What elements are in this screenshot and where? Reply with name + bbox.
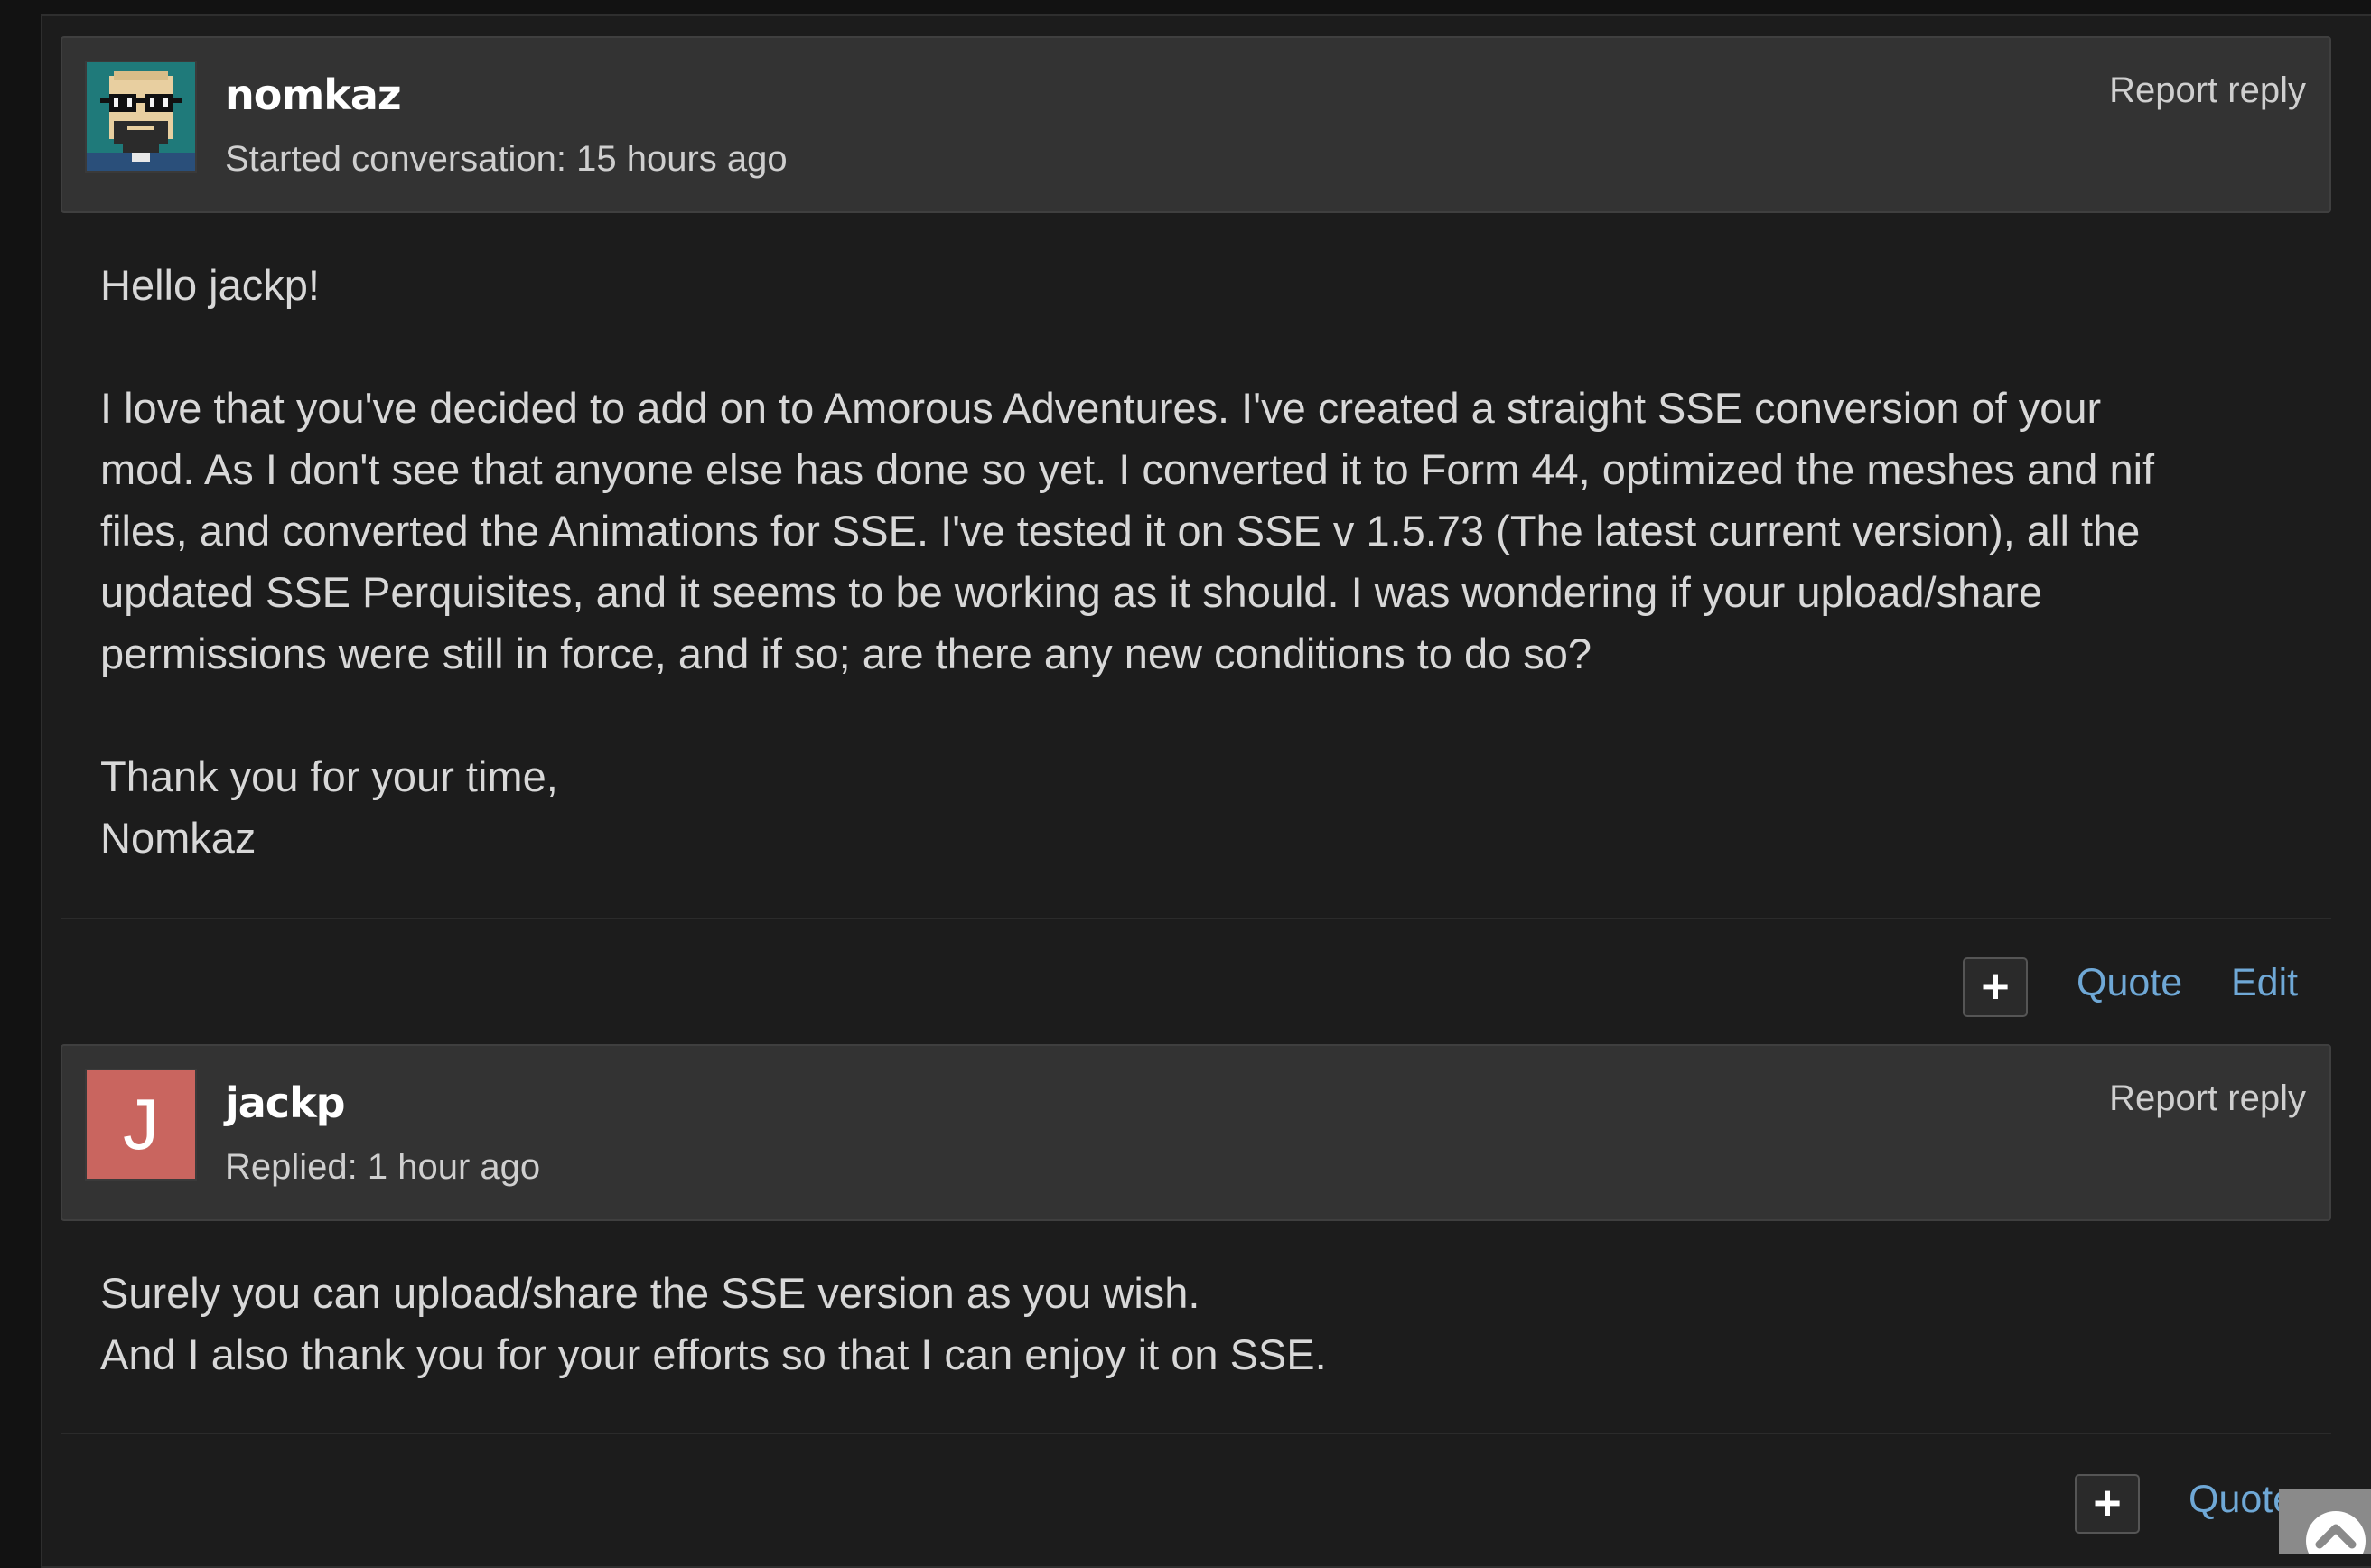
quote-link[interactable]: Quote: [2077, 961, 2182, 1005]
post-line: And I also thank you for your efforts so…: [100, 1330, 1327, 1378]
post-signature: Nomkaz: [100, 814, 257, 862]
post-timestamp: Replied: 1 hour ago: [225, 1147, 541, 1187]
post-timestamp: Started conversation: 15 hours ago: [225, 139, 788, 179]
post-line: I love that you've decided to add on to …: [100, 384, 2102, 432]
post-divider: [61, 1433, 2331, 1434]
post-line: Surely you can upload/share the SSE vers…: [100, 1269, 1200, 1317]
edit-link[interactable]: Edit: [2231, 961, 2298, 1005]
post-divider: [61, 918, 2331, 919]
post-header-jackp: J jackp Replied: 1 hour ago Report reply: [61, 1044, 2331, 1221]
post-closing: Thank you for your time,: [100, 752, 558, 800]
report-reply-link[interactable]: Report reply: [2109, 1078, 2306, 1119]
plus-button[interactable]: +: [2075, 1474, 2140, 1534]
post-line: permissions were still in force, and if …: [100, 630, 1592, 677]
post-line: mod. As I don't see that anyone else has…: [100, 445, 2155, 493]
post-username[interactable]: jackp: [225, 1078, 346, 1127]
post-body-jackp: Surely you can upload/share the SSE vers…: [100, 1263, 2322, 1386]
post-line: updated SSE Perquisites, and it seems to…: [100, 568, 2043, 616]
pixel-avatar-icon: [87, 62, 195, 171]
post-body-nomkaz: Hello jackp! I love that you've decided …: [100, 255, 2322, 869]
conversation-panel: nomkaz Started conversation: 15 hours ag…: [41, 14, 2371, 1568]
post-line: files, and converted the Animations for …: [100, 507, 2141, 555]
avatar-nomkaz[interactable]: [85, 61, 197, 173]
post-greeting: Hello jackp!: [100, 261, 320, 309]
avatar-jackp[interactable]: J: [85, 1069, 197, 1181]
post-username[interactable]: nomkaz: [225, 70, 402, 119]
chevron-up-icon: [2306, 1511, 2366, 1554]
report-reply-link[interactable]: Report reply: [2109, 70, 2306, 111]
plus-button[interactable]: +: [1963, 957, 2028, 1017]
post-header-nomkaz: nomkaz Started conversation: 15 hours ag…: [61, 36, 2331, 213]
scroll-to-top-button[interactable]: [2279, 1489, 2371, 1554]
